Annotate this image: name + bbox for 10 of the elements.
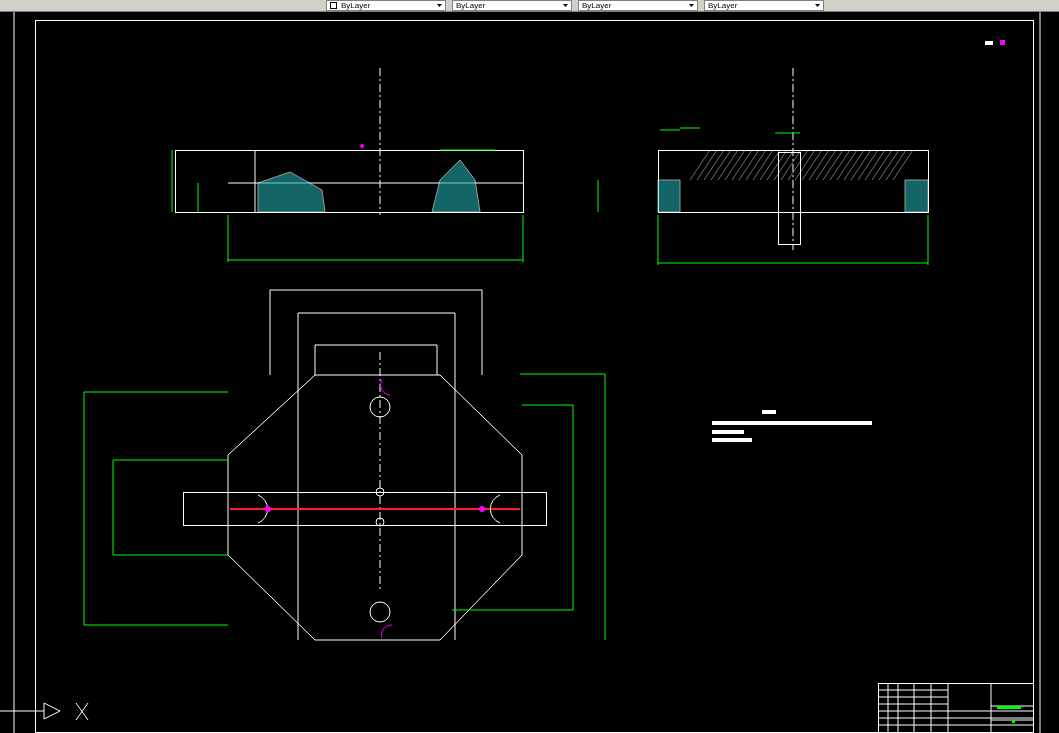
layer-dropdown[interactable]: ByLayer — [578, 0, 698, 11]
caret-icon — [689, 4, 694, 7]
ucs-icon — [0, 702, 89, 721]
layer-dropdown[interactable]: ByLayer — [704, 0, 824, 11]
caret-icon — [437, 4, 442, 7]
caret-icon — [815, 4, 820, 7]
caret-icon — [563, 4, 568, 7]
color-swatch-icon — [330, 2, 337, 9]
layer-dropdown[interactable]: ByLayer — [452, 0, 572, 11]
layer-dropdown[interactable]: ByLayer — [326, 0, 446, 11]
